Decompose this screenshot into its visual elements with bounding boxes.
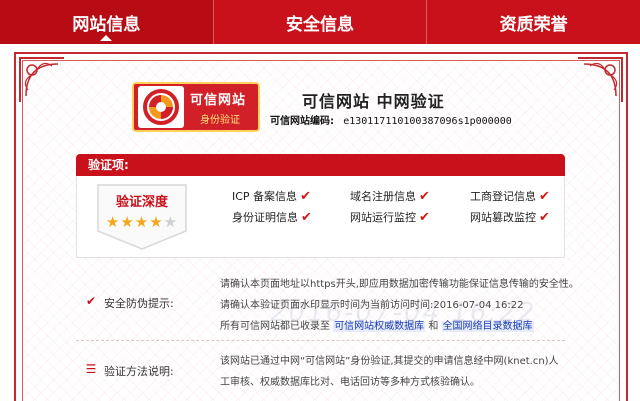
star-filled-icon: ★	[134, 213, 150, 231]
verification-item-label: ICP 备案信息	[232, 190, 298, 203]
database-note-prefix: 所有可信网站都已收录至	[220, 321, 330, 332]
tab-website-info[interactable]: 网站信息	[0, 0, 214, 44]
method-label: 验证方法说明:	[104, 365, 174, 378]
logo-subtitle: 身份验证	[200, 114, 240, 126]
star-filled-icon: ★	[120, 213, 135, 231]
list-icon: ☰	[85, 362, 97, 376]
star-filled-icon: ★	[105, 213, 121, 231]
verification-item: ICP 备案信息 ✔	[232, 188, 311, 204]
verification-item-label: 域名注册信息	[350, 190, 416, 203]
check-icon: ✔	[539, 189, 550, 204]
active-tab-caret-icon	[100, 35, 113, 41]
national-directory-link[interactable]: 全国网络目录数据库	[441, 321, 534, 332]
star-empty-icon: ★	[163, 213, 179, 231]
star-filled-icon: ★	[149, 213, 164, 231]
tab-website-info-label: 网站信息	[72, 14, 141, 35]
verification-depth-content: 验证深度 ★★★★★	[96, 183, 188, 251]
security-tip-label: 安全防伪提示:	[104, 297, 174, 310]
verification-item: 网站篡改监控 ✔	[470, 209, 550, 225]
trusted-database-link[interactable]: 可信网站权威数据库	[333, 321, 426, 332]
check-icon: ✔	[419, 210, 430, 225]
verification-section-label: 验证项:	[88, 158, 129, 172]
security-tip-line: 所有可信网站都已收录至 可信网站权威数据库 和 全国网络目录数据库	[220, 317, 534, 332]
page-title: 可信网站 中网验证	[302, 92, 445, 111]
section-divider	[76, 340, 565, 341]
tab-qualifications-label: 资质荣誉	[499, 14, 568, 35]
top-tab-bar: 网站信息 安全信息 资质荣誉	[0, 0, 640, 44]
verification-depth-label: 验证深度	[115, 195, 168, 210]
checkmark-shield-icon: ✔	[85, 294, 97, 308]
verification-item-label: 网站篡改监控	[470, 211, 536, 224]
verification-item: 网站运行监控 ✔	[350, 209, 430, 225]
verification-section-header: 验证项:	[76, 154, 565, 176]
method-line: 工审核、权威数据库比对、电话回访等多种方式核验确认。	[220, 377, 480, 388]
verification-item: 域名注册信息 ✔	[350, 188, 430, 204]
corner-ornament-icon	[578, 57, 623, 102]
verification-item-label: 工商登记信息	[470, 190, 536, 203]
tab-security-info[interactable]: 安全信息	[214, 0, 428, 44]
knet-swirl-logo-icon	[138, 86, 184, 128]
security-tip-line: 请确认本页面地址以https开头,即应用数据加密传输功能保证信息传输的安全性。	[220, 279, 579, 290]
verification-item-label: 身份证明信息	[232, 211, 298, 224]
verification-item: 身份证明信息 ✔	[232, 209, 312, 225]
verification-depth-stars: ★★★★★	[96, 213, 188, 231]
logo-title: 可信网站	[190, 92, 247, 108]
method-line: 该网站已通过中网“可信网站”身份验证,其提交的申请信息经中网(knet.cn)人	[220, 356, 559, 367]
trusted-code-row: 可信网站编码: e1301171101003870​96s1p000000	[270, 112, 512, 127]
check-icon: ✔	[419, 189, 430, 204]
tab-qualifications[interactable]: 资质荣誉	[427, 0, 640, 44]
security-tip-line: 请确认本验证页面水印显示时间为当前访问时间:2016-07-04 16:22	[220, 300, 524, 311]
verification-item-grid: ICP 备案信息 ✔ 域名注册信息 ✔ 工商登记信息 ✔ 身份证明信息 ✔ 网站运行监控…	[232, 188, 562, 228]
database-note-and: 和	[428, 321, 439, 332]
trusted-website-logo: 可信网站 身份验证	[132, 82, 260, 132]
check-icon: ✔	[301, 210, 312, 225]
check-icon: ✔	[300, 189, 311, 204]
corner-ornament-icon	[19, 57, 64, 102]
tab-security-info-label: 安全信息	[286, 14, 354, 35]
trusted-code-value: e1301171101003870​96s1p000000	[343, 116, 512, 127]
verification-item: 工商登记信息 ✔	[470, 188, 550, 204]
verification-item-label: 网站运行监控	[350, 211, 416, 224]
check-icon: ✔	[539, 210, 550, 225]
trusted-code-label: 可信网站编码:	[270, 116, 334, 127]
